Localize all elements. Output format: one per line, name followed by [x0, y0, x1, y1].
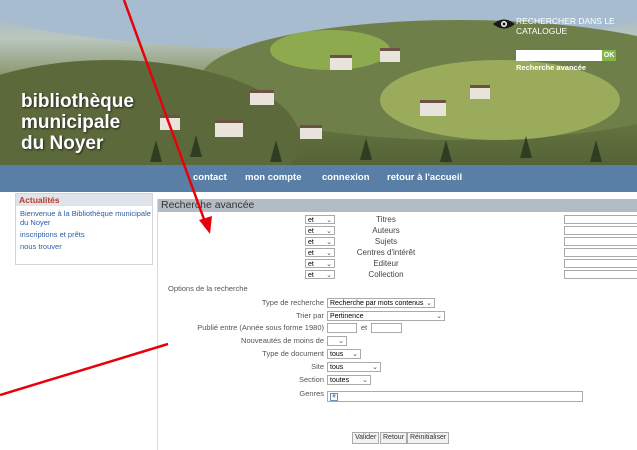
annotation-arrow-line-2 — [0, 342, 169, 397]
criteria-label: Titres — [376, 215, 396, 224]
nav-contact[interactable]: contact — [193, 172, 227, 183]
nav-connexion[interactable]: connexion — [322, 172, 370, 183]
publie-entre-to-input[interactable] — [371, 323, 402, 333]
criteria-label: Editeur — [373, 259, 399, 268]
sidebar-link-nous-trouver[interactable]: nous trouver — [16, 242, 152, 251]
publie-entre-from-input[interactable] — [327, 323, 357, 333]
chevron-down-icon: ⌄ — [426, 300, 432, 307]
genres-label: Genres — [299, 389, 324, 398]
type-recherche-select[interactable]: Recherche par mots contenus ⌄ — [327, 298, 435, 308]
chevron-down-icon: ⌄ — [372, 364, 378, 371]
publie-entre-label: Publié entre (Année sous forme 1980) — [197, 323, 324, 332]
valider-button[interactable]: Valider — [352, 432, 380, 444]
site-title[interactable]: bibliothèque municipale du Noyer — [21, 91, 134, 154]
genres-field[interactable]: ¥ — [327, 391, 583, 402]
criteria-input-collection[interactable] — [564, 270, 637, 279]
main-navbar: contact mon compte connexion retour à l'… — [0, 165, 637, 192]
advanced-search-link[interactable]: Recherche avancée — [516, 63, 586, 72]
house — [160, 115, 180, 130]
tree — [360, 138, 372, 160]
nouveautes-label: Nouveautés de moins de — [241, 336, 324, 345]
reinitialiser-button[interactable]: Réinitialiser — [407, 432, 450, 444]
chevron-down-icon: ⌄ — [362, 377, 368, 384]
page-title: Recherche avancée — [158, 199, 637, 212]
eye-icon — [493, 19, 515, 29]
type-recherche-label: Type de recherche — [261, 298, 324, 307]
expand-icon[interactable]: ¥ — [330, 393, 338, 401]
criteria-input-sujets[interactable] — [564, 237, 637, 246]
house — [420, 100, 446, 116]
operator-select[interactable]: et ⌄ — [305, 248, 335, 257]
house — [250, 90, 274, 105]
criteria-label: Collection — [368, 270, 404, 279]
chevron-down-icon: ⌄ — [326, 272, 332, 279]
operator-select[interactable]: et ⌄ — [305, 259, 335, 268]
chevron-down-icon: ⌄ — [326, 239, 332, 246]
house — [470, 85, 490, 99]
house — [330, 55, 352, 70]
chevron-down-icon: ⌄ — [436, 313, 442, 320]
site-select[interactable]: tous ⌄ — [327, 362, 381, 372]
site-title-line1: bibliothèque — [21, 91, 134, 112]
section-select[interactable]: toutes ⌄ — [327, 375, 371, 385]
catalog-search-title: RECHERCHER DANS LE CATALOGUE — [516, 16, 615, 36]
sidebar-link-inscriptions[interactable]: inscriptions et prêts — [16, 230, 152, 239]
catalog-search-input[interactable] — [516, 50, 602, 61]
catalog-search-ok-button[interactable]: OK — [602, 50, 616, 61]
site-title-line2: municipale — [21, 112, 121, 133]
criteria-input-editeur[interactable] — [564, 259, 637, 268]
chevron-down-icon: ⌄ — [352, 351, 358, 358]
criteria-label: Centres d'intérêt — [356, 248, 416, 257]
site-label: Site — [311, 362, 324, 371]
publie-entre-and-label: et — [360, 323, 368, 332]
nouveautes-select[interactable]: ⌄ — [327, 336, 347, 346]
house — [215, 120, 243, 137]
tree — [270, 140, 282, 162]
chevron-down-icon: ⌄ — [326, 228, 332, 235]
house — [380, 48, 400, 62]
chevron-down-icon: ⌄ — [326, 217, 332, 224]
criteria-input-titres[interactable] — [564, 215, 637, 224]
criteria-input-auteurs[interactable] — [564, 226, 637, 235]
chevron-down-icon: ⌄ — [326, 261, 332, 268]
tree — [440, 140, 452, 162]
criteria-input-centres[interactable] — [564, 248, 637, 257]
site-title-line3: du Noyer — [21, 133, 104, 154]
type-document-label: Type de document — [262, 349, 324, 358]
operator-select[interactable]: et ⌄ — [305, 226, 335, 235]
advanced-search-panel: Recherche avancée et ⌄ Titres et ⌄ Auteurs… — [157, 199, 637, 450]
trier-par-label: Trier par — [295, 311, 324, 320]
tree — [590, 140, 602, 162]
operator-select[interactable]: et ⌄ — [305, 270, 335, 279]
search-options-title: Options de la recherche — [168, 284, 248, 293]
type-document-select[interactable]: tous ⌄ — [327, 349, 361, 359]
news-sidebar: Actualités Bienvenue à la Bibliothèque m… — [15, 193, 153, 265]
retour-button[interactable]: Retour — [380, 432, 408, 444]
house — [300, 125, 322, 139]
trier-par-select[interactable]: Pertinence ⌄ — [327, 311, 445, 321]
operator-select[interactable]: et ⌄ — [305, 237, 335, 246]
meadow — [380, 60, 620, 140]
sidebar-title: Actualités — [16, 194, 152, 206]
sidebar-link-bienvenue[interactable]: Bienvenue à la Bibliothèque municipale d… — [16, 209, 152, 227]
section-label: Section — [298, 375, 324, 384]
operator-select[interactable]: et ⌄ — [305, 215, 335, 224]
nav-mon-compte[interactable]: mon compte — [245, 172, 301, 183]
tree — [520, 136, 532, 158]
tree — [190, 135, 202, 157]
header-banner: bibliothèque municipale du Noyer RECHERC… — [0, 0, 637, 192]
nav-retour-accueil[interactable]: retour à l'accueil — [387, 172, 462, 183]
criteria-label: Auteurs — [372, 226, 400, 235]
chevron-down-icon: ⌄ — [338, 338, 344, 345]
criteria-label: Sujets — [374, 237, 398, 246]
chevron-down-icon: ⌄ — [326, 250, 332, 257]
tree — [150, 140, 162, 162]
